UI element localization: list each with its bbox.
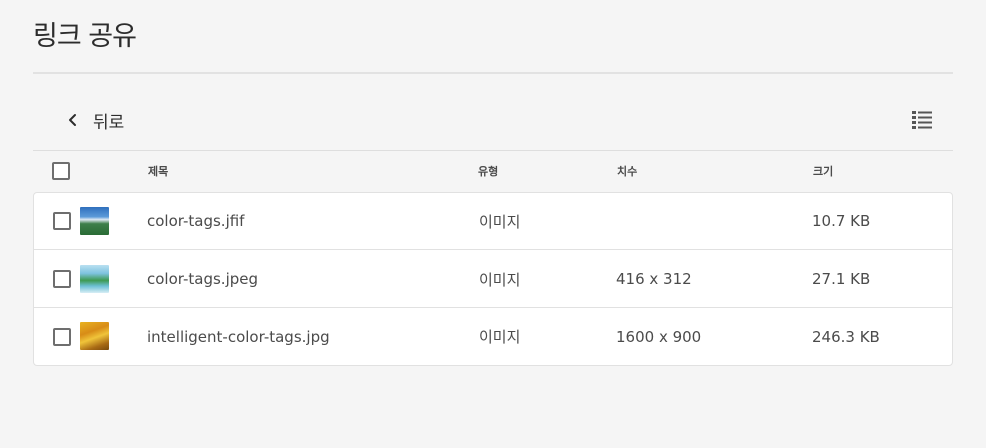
file-type: 이미지 xyxy=(479,213,521,231)
table-row[interactable]: color-tags.jpeg 이미지 416 x 312 27.1 KB xyxy=(34,250,952,308)
file-name[interactable]: color-tags.jfif xyxy=(147,212,244,230)
row-checkbox[interactable] xyxy=(53,270,71,288)
file-type: 이미지 xyxy=(479,328,521,346)
mountain-lake-thumbnail xyxy=(80,207,109,235)
back-label: 뒤로 xyxy=(93,112,125,133)
page-title: 링크 공유 xyxy=(33,21,137,52)
back-button[interactable]: 뒤로 xyxy=(67,108,125,133)
select-all-checkbox[interactable] xyxy=(52,162,70,180)
file-dimensions: 1600 x 900 xyxy=(616,328,702,346)
file-name[interactable]: color-tags.jpeg xyxy=(147,270,258,288)
column-header-title[interactable]: 제목 xyxy=(148,163,168,179)
table-row[interactable]: color-tags.jfif 이미지 10.7 KB xyxy=(34,193,952,250)
table-body: color-tags.jfif 이미지 10.7 KB color-tags.j… xyxy=(33,192,953,366)
autumn-trees-thumbnail xyxy=(80,322,109,350)
chevron-left-icon xyxy=(67,113,79,127)
waterfall-thumbnail xyxy=(80,265,109,293)
table-row[interactable]: intelligent-color-tags.jpg 이미지 1600 x 90… xyxy=(34,308,952,365)
table-header: 제목 유형 치수 크기 xyxy=(33,151,953,191)
file-size: 27.1 KB xyxy=(812,270,871,288)
title-divider xyxy=(33,72,953,74)
row-checkbox[interactable] xyxy=(53,212,71,230)
file-name[interactable]: intelligent-color-tags.jpg xyxy=(147,328,330,346)
column-header-size[interactable]: 크기 xyxy=(813,163,833,179)
file-size: 246.3 KB xyxy=(812,328,880,346)
column-header-type[interactable]: 유형 xyxy=(478,163,498,179)
column-header-dimensions[interactable]: 치수 xyxy=(617,163,637,179)
file-type: 이미지 xyxy=(479,271,521,289)
row-checkbox[interactable] xyxy=(53,328,71,346)
file-size: 10.7 KB xyxy=(812,212,871,230)
list-view-icon[interactable] xyxy=(911,110,935,134)
toolbar: 뒤로 xyxy=(33,100,953,140)
file-dimensions: 416 x 312 xyxy=(616,270,692,288)
